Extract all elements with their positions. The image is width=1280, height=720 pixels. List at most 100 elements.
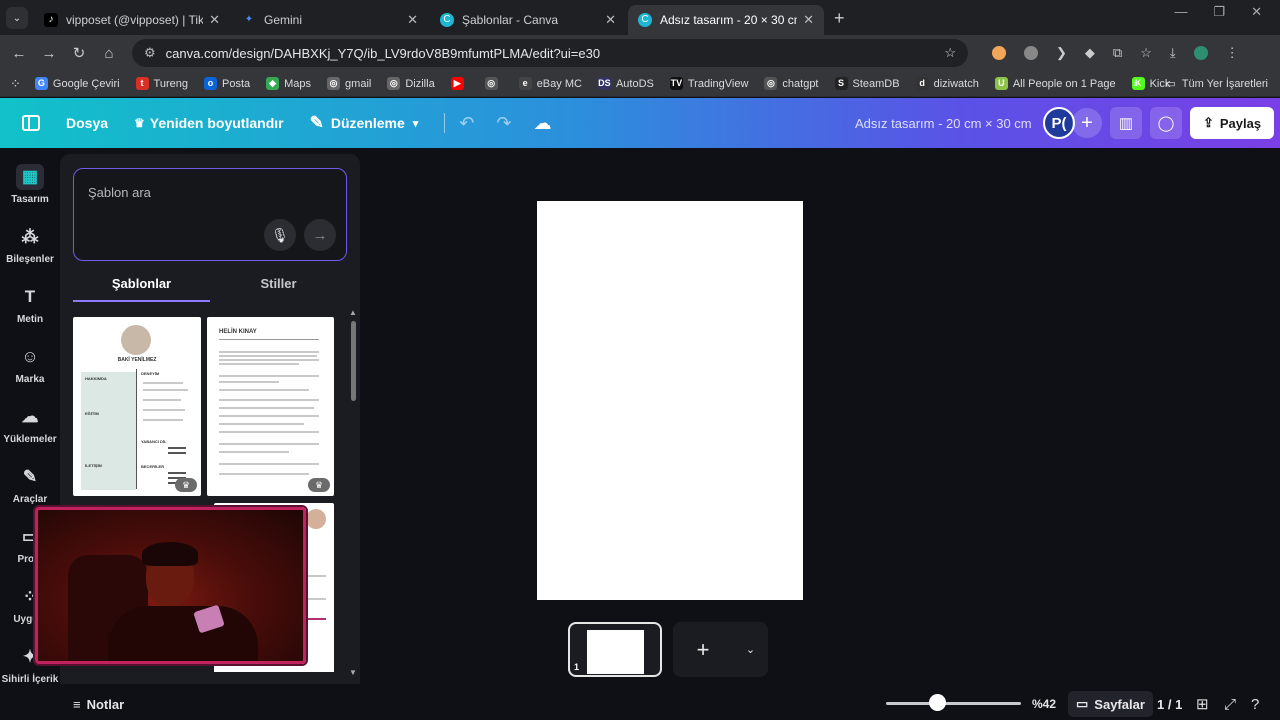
- bookmark-item[interactable]: ▶: [450, 77, 469, 90]
- extension-icon[interactable]: [992, 46, 1006, 60]
- extension-icon[interactable]: [1024, 46, 1038, 60]
- bookmark-item[interactable]: ◎: [484, 77, 503, 90]
- bookmark-item[interactable]: ◆ Maps: [266, 77, 311, 90]
- url-input[interactable]: ⚙ canva.com/design/DAHBXKj_Y7Q/ib_LV9rdo…: [132, 39, 968, 67]
- bookmark-item[interactable]: e eBay MC: [518, 77, 582, 90]
- bookmark-item[interactable]: TV TradingView: [669, 77, 748, 90]
- close-tab-icon[interactable]: ✕: [407, 12, 418, 28]
- comment-icon[interactable]: ◯: [1150, 107, 1182, 139]
- tab-styles[interactable]: Stiller: [210, 272, 347, 302]
- bookmark-item[interactable]: ◎ Dizilla: [387, 77, 435, 90]
- bookmark-item[interactable]: G Google Çeviri: [34, 77, 120, 90]
- browser-tab-active[interactable]: C Adsız tasarım - 20 × 30 cm ✕: [628, 5, 824, 35]
- nav-item-upload[interactable]: ☁ Yüklemeler: [0, 404, 60, 445]
- template-card[interactable]: BAKİ YENİLMEZ HAKKIMDA EĞİTİM İLETİŞİM D…: [73, 317, 201, 496]
- extensions-puzzle-icon[interactable]: ⧉: [1113, 45, 1122, 61]
- forward-icon[interactable]: →: [34, 45, 64, 62]
- chevron-down-icon[interactable]: ⌄: [733, 643, 768, 656]
- grid-view-icon[interactable]: ⊞: [1196, 695, 1209, 713]
- browser-tab[interactable]: ✦ Gemini ✕: [232, 5, 428, 35]
- add-page-icon[interactable]: +: [673, 637, 733, 663]
- nav-item-design[interactable]: ▦ Tasarım: [0, 164, 60, 205]
- nav-item-tools[interactable]: ✎ Araçlar: [0, 464, 60, 505]
- analytics-icon[interactable]: ▥: [1110, 107, 1142, 139]
- bookmark-item[interactable]: d diziwatch: [915, 77, 979, 90]
- bookmark-item[interactable]: S SteamDB: [834, 77, 900, 90]
- close-tab-icon[interactable]: ✕: [605, 12, 616, 28]
- download-icon[interactable]: ⤓: [1170, 45, 1176, 61]
- site-info-icon[interactable]: ⚙: [144, 45, 156, 61]
- redo-icon[interactable]: ↷: [496, 113, 511, 134]
- extension-icon[interactable]: ◆: [1085, 45, 1095, 61]
- menu-kebab-icon[interactable]: ⋮: [1226, 45, 1239, 61]
- back-icon[interactable]: ←: [4, 45, 34, 62]
- nav-item-text[interactable]: T Metin: [0, 284, 60, 325]
- avatar[interactable]: P(: [1043, 107, 1075, 139]
- pages-button[interactable]: ▭ Sayfalar: [1068, 691, 1153, 717]
- file-menu[interactable]: Dosya: [66, 115, 108, 131]
- close-tab-icon[interactable]: ✕: [803, 12, 814, 28]
- bookmark-item[interactable]: ◎ chatgpt: [764, 77, 819, 90]
- text-icon: T: [24, 287, 36, 306]
- browser-tab[interactable]: C Şablonlar - Canva ✕: [430, 5, 626, 35]
- microphone-icon[interactable]: 🎙: [264, 219, 296, 251]
- bookmark-item[interactable]: DS AutoDS: [597, 77, 654, 90]
- browser-tab[interactable]: ♪ vipposet (@vipposet) | TikTok ✕: [34, 5, 230, 35]
- share-button[interactable]: ⇪ Paylaş: [1190, 107, 1274, 139]
- browser-tab-bar: ⌄ ♪ vipposet (@vipposet) | TikTok ✕ ✦ Ge…: [0, 0, 1280, 35]
- reading-list-icon[interactable]: ☆: [1140, 45, 1152, 61]
- sidebar-toggle-icon[interactable]: [22, 115, 40, 131]
- add-collaborator-icon[interactable]: +: [1072, 108, 1102, 138]
- profile-avatar[interactable]: [1193, 46, 1208, 60]
- cloud-save-icon[interactable]: ☁: [533, 113, 551, 134]
- template-card[interactable]: HELİN KINAY ♛: [207, 317, 334, 496]
- reload-icon[interactable]: ↻: [64, 44, 94, 62]
- all-bookmarks[interactable]: ▭ Tüm Yer İşaretleri: [1165, 77, 1268, 91]
- close-tab-icon[interactable]: ✕: [209, 12, 220, 28]
- bookmark-item[interactable]: o Posta: [204, 77, 250, 90]
- undo-icon[interactable]: ↶: [459, 113, 474, 134]
- fullscreen-icon[interactable]: ⤢: [1224, 696, 1236, 713]
- text-line: [219, 375, 319, 377]
- scrollbar-thumb[interactable]: [351, 321, 356, 401]
- scrollbar[interactable]: ▲ ▼: [348, 308, 358, 680]
- bookmark-item[interactable]: ◎ gmail: [327, 77, 371, 90]
- scroll-up-icon[interactable]: ▲: [349, 308, 357, 317]
- notes-button[interactable]: ≡ Notlar: [73, 697, 124, 712]
- document-title[interactable]: Adsız tasarım - 20 cm × 30 cm: [855, 116, 1032, 131]
- text-line: [143, 389, 188, 391]
- more-bookmarks-icon[interactable]: »: [1133, 78, 1139, 90]
- template-name: HELİN KINAY: [219, 329, 257, 335]
- search-placeholder: Şablon ara: [88, 185, 151, 200]
- bookmark-item[interactable]: U All People on 1 Page: [994, 77, 1116, 90]
- maximize-icon[interactable]: ❐: [1213, 4, 1225, 20]
- scroll-down-icon[interactable]: ▼: [349, 668, 357, 677]
- zoom-slider-knob[interactable]: [929, 694, 947, 711]
- minimize-icon[interactable]: —: [1174, 4, 1187, 20]
- apps-grid-icon[interactable]: ⁘: [10, 76, 21, 92]
- text-line: [143, 419, 183, 421]
- tab-search-menu-icon[interactable]: ⌄: [6, 7, 28, 29]
- text-line: [219, 399, 319, 401]
- edit-mode-button[interactable]: ✎ Düzenleme ▾: [310, 113, 419, 133]
- help-icon[interactable]: ?: [1251, 696, 1259, 713]
- submit-arrow-icon[interactable]: →: [304, 219, 336, 251]
- resize-button[interactable]: ♛ Yeniden boyutlandır: [134, 115, 284, 131]
- tab-title: vipposet (@vipposet) | TikTok: [66, 13, 204, 27]
- nav-item-elements[interactable]: ⁂ Bileşenler: [0, 224, 60, 265]
- close-window-icon[interactable]: ✕: [1251, 4, 1262, 20]
- chevron-down-icon: ▾: [412, 117, 419, 130]
- bookmark-item[interactable]: t Tureng: [135, 77, 188, 90]
- bookmark-favicon-icon: ◎: [327, 77, 341, 90]
- extension-icon[interactable]: ❯: [1056, 45, 1067, 61]
- tab-templates[interactable]: Şablonlar: [73, 272, 210, 302]
- template-search-input[interactable]: Şablon ara 🎙 →: [73, 168, 347, 261]
- page-thumbnail[interactable]: 1: [568, 622, 662, 677]
- new-tab-icon[interactable]: +: [834, 8, 845, 29]
- home-icon[interactable]: ⌂: [94, 45, 124, 62]
- nav-item-brand[interactable]: ☺ Marka: [0, 344, 60, 385]
- bookmark-star-icon[interactable]: ☆: [944, 45, 956, 61]
- zoom-level[interactable]: %42: [1032, 697, 1056, 711]
- design-page[interactable]: [537, 201, 803, 600]
- zoom-slider[interactable]: [886, 702, 1021, 705]
